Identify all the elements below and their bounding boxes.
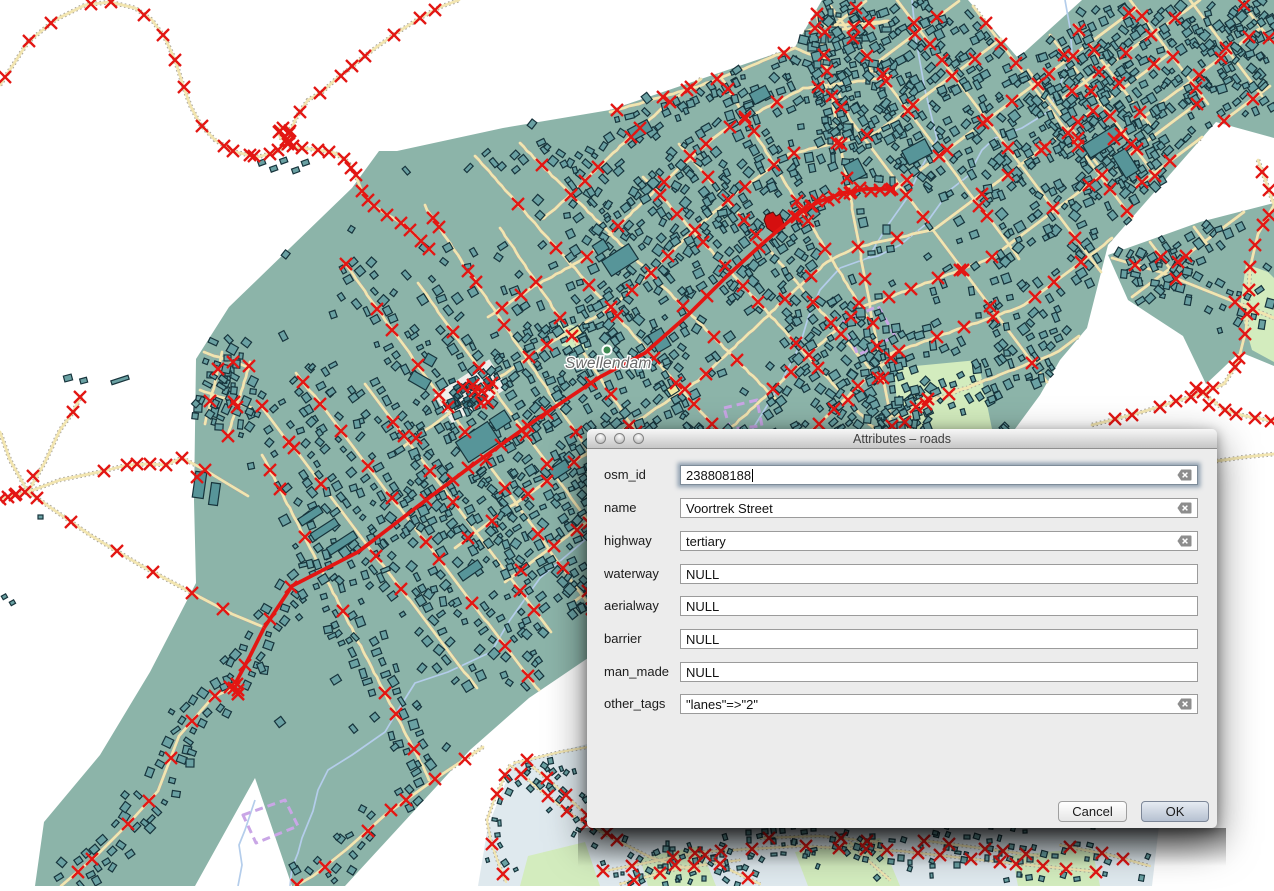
svg-text:Swellendam: Swellendam bbox=[565, 355, 651, 372]
